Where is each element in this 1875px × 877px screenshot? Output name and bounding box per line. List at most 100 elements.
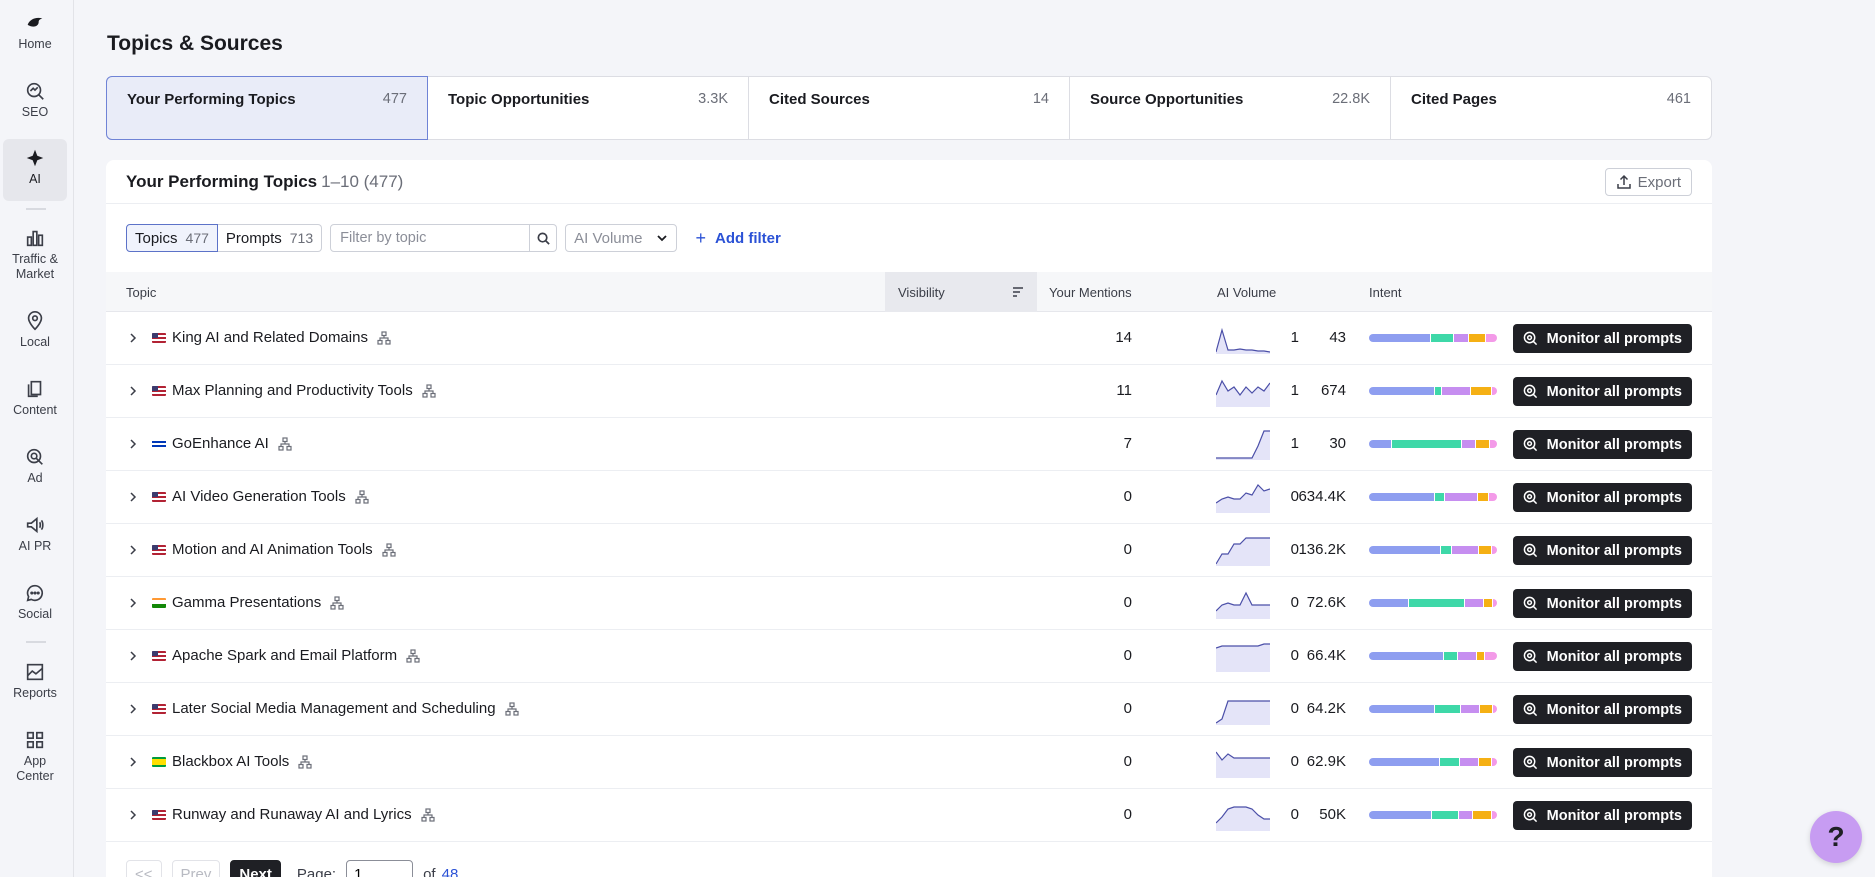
help-button[interactable]: ? xyxy=(1810,811,1862,863)
monitor-all-prompts-button[interactable]: Monitor all prompts xyxy=(1512,801,1692,830)
topic-tree-icon[interactable] xyxy=(298,754,312,769)
report-tabs: Your Performing Topics 477 Topic Opportu… xyxy=(106,76,1712,140)
intent-segment xyxy=(1479,546,1491,554)
sidebar-item-seo[interactable]: SEO xyxy=(3,80,67,124)
column-header-mentions[interactable]: Your Mentions xyxy=(1049,272,1132,312)
sidebar-item-content[interactable]: Content xyxy=(3,378,67,422)
column-header-visibility[interactable]: Visibility xyxy=(885,272,1037,312)
monitor-all-prompts-button[interactable]: Monitor all prompts xyxy=(1512,695,1692,724)
monitor-all-prompts-button[interactable]: Monitor all prompts xyxy=(1512,642,1692,671)
column-header-intent[interactable]: Intent xyxy=(1369,272,1402,312)
export-button[interactable]: Export xyxy=(1604,168,1692,196)
intent-segment xyxy=(1431,334,1454,342)
chevron-right-icon[interactable] xyxy=(126,490,140,504)
topic-name[interactable]: Apache Spark and Email Platform xyxy=(172,647,420,664)
chevron-right-icon[interactable] xyxy=(126,808,140,822)
chevron-right-icon[interactable] xyxy=(126,543,140,557)
table-row[interactable]: Max Planning and Productivity Tools 11 1… xyxy=(106,365,1712,418)
prev-page-button[interactable]: Prev xyxy=(171,860,221,877)
prompts-toggle[interactable]: Prompts 713 xyxy=(217,224,323,252)
intent-segment xyxy=(1392,440,1462,448)
chevron-right-icon[interactable] xyxy=(126,596,140,610)
topics-toggle[interactable]: Topics 477 xyxy=(126,224,218,252)
sparkline-area xyxy=(1216,752,1270,778)
chevron-right-icon[interactable] xyxy=(126,331,140,345)
visibility-value: 0 xyxy=(1123,541,1132,558)
sidebar-item-reports[interactable]: Reports xyxy=(3,661,67,705)
add-filter-button[interactable]: + Add filter xyxy=(695,228,780,249)
topic-tree-icon[interactable] xyxy=(420,807,435,822)
tab-topic-opportunities[interactable]: Topic Opportunities 3.3K xyxy=(428,77,749,139)
topic-name[interactable]: Motion and AI Animation Tools xyxy=(172,541,396,558)
ai-volume-sparkline xyxy=(1216,591,1270,619)
sidebar-item-app-center[interactable]: App Center xyxy=(3,729,67,789)
ai-volume-dropdown[interactable]: AI Volume xyxy=(565,224,678,252)
topic-name[interactable]: King AI and Related Domains xyxy=(172,329,391,346)
flag-stripe xyxy=(152,659,166,661)
monitor-all-prompts-button[interactable]: Monitor all prompts xyxy=(1512,377,1692,406)
search-icon xyxy=(537,232,550,245)
topic-name[interactable]: GoEnhance AI xyxy=(172,435,292,452)
monitor-all-prompts-button[interactable]: Monitor all prompts xyxy=(1512,430,1692,459)
chevron-right-icon[interactable] xyxy=(126,702,140,716)
topic-tree-icon[interactable] xyxy=(330,595,344,610)
intent-segment xyxy=(1432,811,1458,819)
topic-tree-icon[interactable] xyxy=(377,330,391,345)
sidebar-item-ad[interactable]: Ad xyxy=(3,446,67,490)
topic-tree-icon[interactable] xyxy=(382,542,396,557)
table-row[interactable]: Apache Spark and Email Platform 0 0 66.4… xyxy=(106,630,1712,683)
table-row[interactable]: King AI and Related Domains 14 1 43 Moni… xyxy=(106,312,1712,365)
next-page-button[interactable]: Next xyxy=(230,860,281,877)
tab-cited-sources[interactable]: Cited Sources 14 xyxy=(749,77,1070,139)
topic-tree-icon[interactable] xyxy=(355,489,369,504)
topic-name[interactable]: AI Video Generation Tools xyxy=(172,488,369,505)
ai-volume-sparkline xyxy=(1216,327,1270,354)
visibility-value: 0 xyxy=(1123,700,1132,717)
topic-search-input[interactable] xyxy=(330,224,531,252)
chevron-right-icon[interactable] xyxy=(126,649,140,663)
topic-name[interactable]: Runway and Runaway AI and Lyrics xyxy=(172,806,435,823)
monitor-all-prompts-button[interactable]: Monitor all prompts xyxy=(1512,324,1692,353)
tab-your-performing-topics[interactable]: Your Performing Topics 477 xyxy=(106,76,428,140)
page-number-input[interactable] xyxy=(346,860,414,877)
tab-cited-pages[interactable]: Cited Pages 461 xyxy=(1391,77,1711,139)
first-page-button[interactable]: << xyxy=(126,860,162,877)
traffic-market-icon xyxy=(26,230,44,247)
topic-name[interactable]: Gamma Presentations xyxy=(172,594,344,611)
topic-name[interactable]: Later Social Media Management and Schedu… xyxy=(172,700,519,717)
topic-tree-icon[interactable] xyxy=(422,383,436,398)
table-row[interactable]: GoEnhance AI 7 1 30 Monitor all prompts xyxy=(106,418,1712,471)
flag-canton xyxy=(152,704,158,709)
chevron-right-icon[interactable] xyxy=(126,755,140,769)
topic-name[interactable]: Blackbox AI Tools xyxy=(172,753,312,770)
table-row[interactable]: Gamma Presentations 0 0 72.6K Monitor al… xyxy=(106,577,1712,630)
topic-name[interactable]: Max Planning and Productivity Tools xyxy=(172,382,436,399)
table-row[interactable]: AI Video Generation Tools 0 0 634.4K Mon… xyxy=(106,471,1712,524)
topic-tree-icon[interactable] xyxy=(406,648,420,663)
monitor-all-prompts-button[interactable]: Monitor all prompts xyxy=(1512,589,1692,618)
seo-icon xyxy=(26,82,44,100)
column-header-ai-volume[interactable]: AI Volume xyxy=(1217,272,1276,312)
sidebar-item-traffic-market[interactable]: Traffic & Market xyxy=(3,227,67,287)
total-pages-link[interactable]: 48 xyxy=(442,866,459,877)
table-row[interactable]: Blackbox AI Tools 0 0 62.9K Monitor all … xyxy=(106,736,1712,789)
topic-tree-icon[interactable] xyxy=(278,436,292,451)
table-row[interactable]: Later Social Media Management and Schedu… xyxy=(106,683,1712,736)
sidebar-item-social[interactable]: Social xyxy=(3,582,67,626)
column-header-topic[interactable]: Topic xyxy=(126,272,156,312)
sidebar-item-ai-pr[interactable]: AI PR xyxy=(3,514,67,558)
monitor-all-prompts-button[interactable]: Monitor all prompts xyxy=(1512,748,1692,777)
search-button[interactable] xyxy=(530,224,558,252)
sidebar-item-home[interactable]: Home xyxy=(3,12,67,56)
table-row[interactable]: Runway and Runaway AI and Lyrics 0 0 50K… xyxy=(106,789,1712,842)
chevron-right-icon[interactable] xyxy=(126,384,140,398)
monitor-all-prompts-button[interactable]: Monitor all prompts xyxy=(1512,483,1692,512)
monitor-all-prompts-button[interactable]: Monitor all prompts xyxy=(1512,536,1692,565)
table-row[interactable]: Motion and AI Animation Tools 0 0 136.2K… xyxy=(106,524,1712,577)
sidebar-item-ai[interactable]: AI xyxy=(3,139,67,201)
topic-tree-icon[interactable] xyxy=(504,701,519,716)
tab-source-opportunities[interactable]: Source Opportunities 22.8K xyxy=(1070,77,1391,139)
ai-volume-sparkline xyxy=(1216,643,1270,672)
sidebar-item-local[interactable]: Local xyxy=(3,310,67,354)
chevron-right-icon[interactable] xyxy=(126,437,140,451)
